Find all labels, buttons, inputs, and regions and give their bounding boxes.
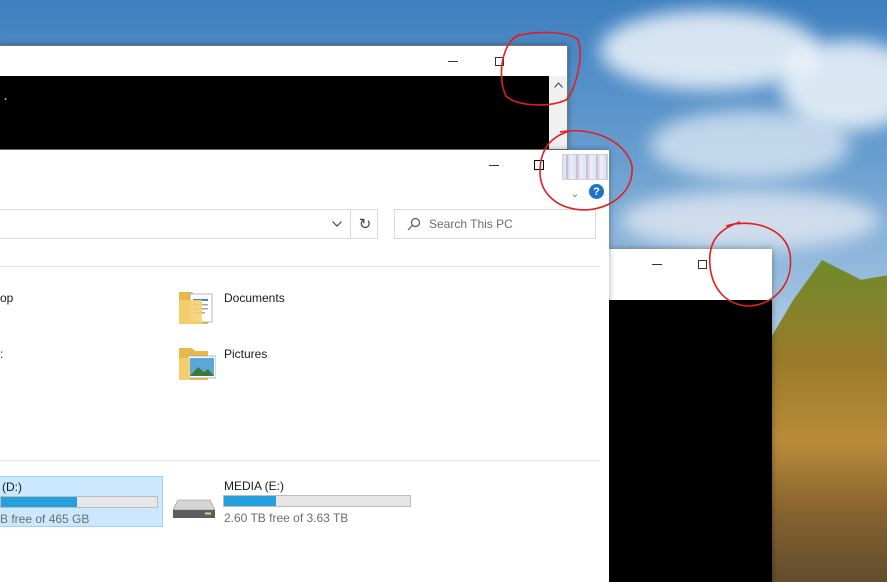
search-box[interactable]: Search This PC: [394, 209, 596, 239]
maximize-icon: [494, 56, 504, 66]
refresh-icon: ↻: [358, 216, 372, 233]
address-bar[interactable]: [0, 209, 378, 239]
drive-e-name[interactable]: MEDIA (E:): [224, 479, 284, 493]
help-icon[interactable]: ?: [589, 184, 604, 199]
chevron-down-icon: ⌄: [570, 187, 580, 200]
documents-folder-icon[interactable]: [178, 286, 216, 326]
drive-d-name: (D:): [2, 480, 22, 494]
chevron-down-icon: [332, 221, 342, 227]
help-glyph: ?: [593, 185, 600, 198]
minimize-icon: [652, 263, 662, 265]
minimize-icon: [489, 164, 499, 166]
file-explorer-window: ⌄ ? ↻ Search This PC op Documents : Pict…: [0, 150, 609, 582]
wallpaper-cloud: [620, 190, 880, 250]
hard-drive-icon[interactable]: [172, 496, 216, 522]
console2-minimize-button[interactable]: [634, 249, 680, 279]
console2-titlebar[interactable]: [608, 249, 772, 279]
folder-partial[interactable]: :: [0, 347, 3, 361]
section-divider: [0, 266, 600, 267]
pictures-folder-icon[interactable]: [178, 342, 216, 382]
explorer-titlebar[interactable]: [0, 150, 609, 180]
explorer-minimize-button[interactable]: [471, 150, 517, 180]
console-output[interactable]: .: [0, 76, 549, 149]
explorer-maximize-button[interactable]: [516, 150, 562, 180]
console2-maximize-button[interactable]: [679, 249, 725, 279]
folder-desktop[interactable]: op: [0, 291, 13, 305]
ribbon-expand-button[interactable]: ⌄: [566, 185, 584, 201]
minimize-icon: [448, 60, 458, 62]
console-minimize-button[interactable]: [430, 46, 476, 76]
address-history-button[interactable]: [326, 209, 348, 239]
drive-d-usage-fill: [1, 497, 78, 507]
maximize-icon: [534, 160, 544, 170]
console2-output[interactable]: [608, 300, 772, 582]
search-placeholder: Search This PC: [429, 217, 513, 231]
address-separator: [350, 210, 351, 238]
refresh-button[interactable]: ↻: [352, 209, 378, 239]
drive-d-free-space: B free of 465 GB: [0, 512, 90, 526]
console-text: .: [2, 90, 10, 104]
wallpaper-cliff: [770, 260, 887, 582]
search-icon: [407, 217, 421, 231]
console-titlebar[interactable]: [0, 46, 567, 76]
folder-pictures[interactable]: Pictures: [224, 347, 267, 361]
drive-e-usage-bar: [223, 495, 411, 507]
folder-documents[interactable]: Documents: [224, 291, 285, 305]
scroll-up-icon[interactable]: [549, 76, 567, 94]
drive-d-tile[interactable]: (D:) B free of 465 GB: [0, 476, 163, 527]
drive-e-free-space: 2.60 TB free of 3.63 TB: [224, 511, 349, 525]
console-window: .: [0, 45, 568, 150]
drive-d-usage-bar: [0, 496, 158, 508]
console-window-2: [608, 249, 772, 582]
ribbon-thumbnail[interactable]: [562, 154, 608, 180]
drive-e-usage-fill: [224, 496, 277, 506]
section-divider: [0, 460, 600, 461]
maximize-icon: [697, 259, 707, 269]
console-maximize-button[interactable]: [476, 46, 522, 76]
